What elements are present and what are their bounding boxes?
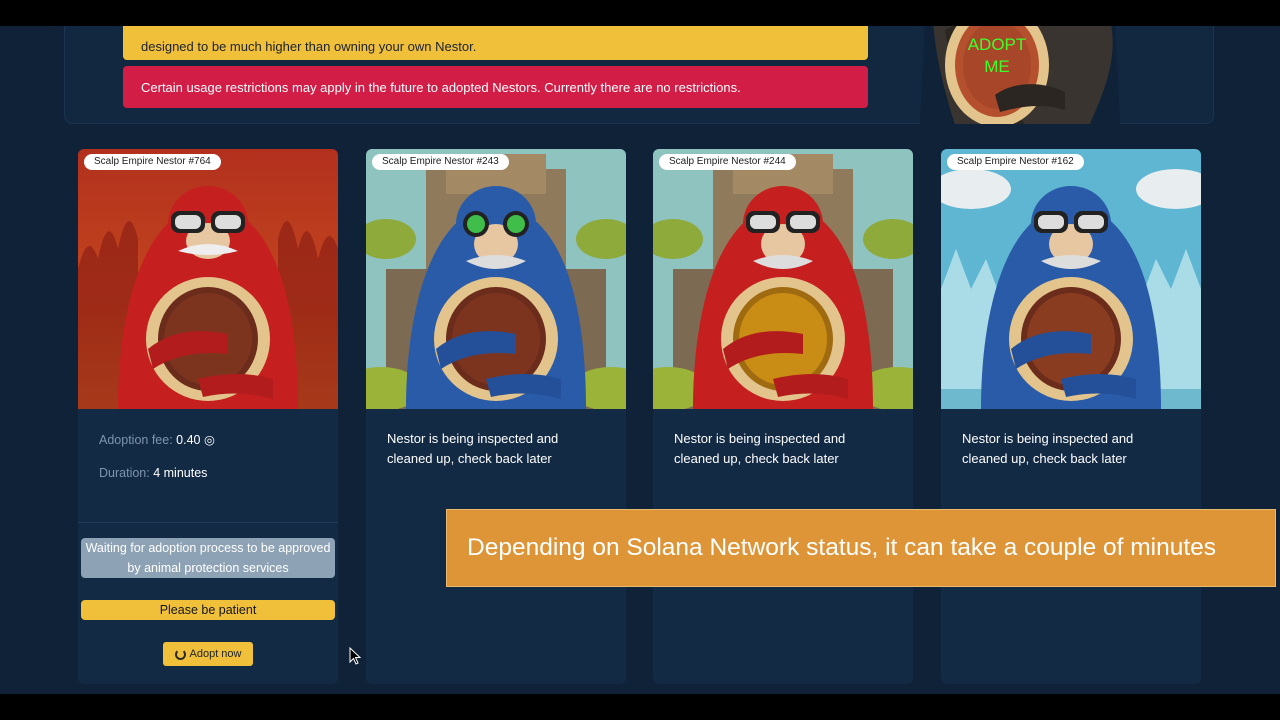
inspection-status: Nestor is being inspected and cleaned up… xyxy=(387,431,559,466)
adopt-now-button[interactable]: Adopt now xyxy=(163,642,253,666)
mouse-cursor-icon xyxy=(349,647,361,665)
card-divider xyxy=(78,522,338,523)
adoption-fee-label: Adoption fee: xyxy=(99,433,173,447)
inspection-status: Nestor is being inspected and cleaned up… xyxy=(962,431,1134,466)
patience-notice: Please be patient xyxy=(81,600,335,620)
nestor-image-162 xyxy=(941,149,1201,409)
nestor-card-162: Scalp Empire Nestor #162 Nestor is being… xyxy=(941,149,1201,684)
notice-fee: designed to be much higher than owning y… xyxy=(123,26,868,60)
nestor-card-244: Scalp Empire Nestor #244 Nestor is being… xyxy=(653,149,913,684)
nestor-image-243 xyxy=(366,149,626,409)
duration-label: Duration: xyxy=(99,466,150,480)
nestor-image-244 xyxy=(653,149,913,409)
inspection-status: Nestor is being inspected and cleaned up… xyxy=(674,431,846,466)
adopt-now-label: Adopt now xyxy=(189,648,242,660)
nestor-badge: Scalp Empire Nestor #162 xyxy=(947,154,1084,170)
duration-row: Duration: 4 minutes xyxy=(99,466,207,480)
mascot-sign-line2: ME xyxy=(984,57,1010,76)
nestor-badge: Scalp Empire Nestor #764 xyxy=(84,154,221,170)
adoption-page: designed to be much higher than owning y… xyxy=(0,26,1280,694)
notice-restrictions: Certain usage restrictions may apply in … xyxy=(123,66,868,108)
video-letterbox-top xyxy=(0,0,1280,26)
loading-spinner-icon xyxy=(174,648,186,660)
adoption-fee-row: Adoption fee: 0.40 ◎ xyxy=(99,432,215,447)
nestor-badge: Scalp Empire Nestor #244 xyxy=(659,154,796,170)
mascot-illustration: ADOPT ME xyxy=(920,26,1120,124)
adoption-fee-value: 0.40 ◎ xyxy=(176,433,215,447)
duration-value: 4 minutes xyxy=(153,466,208,480)
video-caption: Depending on Solana Network status, it c… xyxy=(446,509,1276,587)
nestor-card-243: Scalp Empire Nestor #243 Nestor is being… xyxy=(366,149,626,684)
waiting-status: Waiting for adoption process to be appro… xyxy=(81,538,335,578)
mascot-sign-line1: ADOPT xyxy=(968,35,1027,54)
nestor-badge: Scalp Empire Nestor #243 xyxy=(372,154,509,170)
nestor-card-764: Scalp Empire Nestor #764 Adoption fee: 0… xyxy=(78,149,338,684)
nestor-image-764 xyxy=(78,149,338,409)
video-letterbox-bottom xyxy=(0,694,1280,720)
